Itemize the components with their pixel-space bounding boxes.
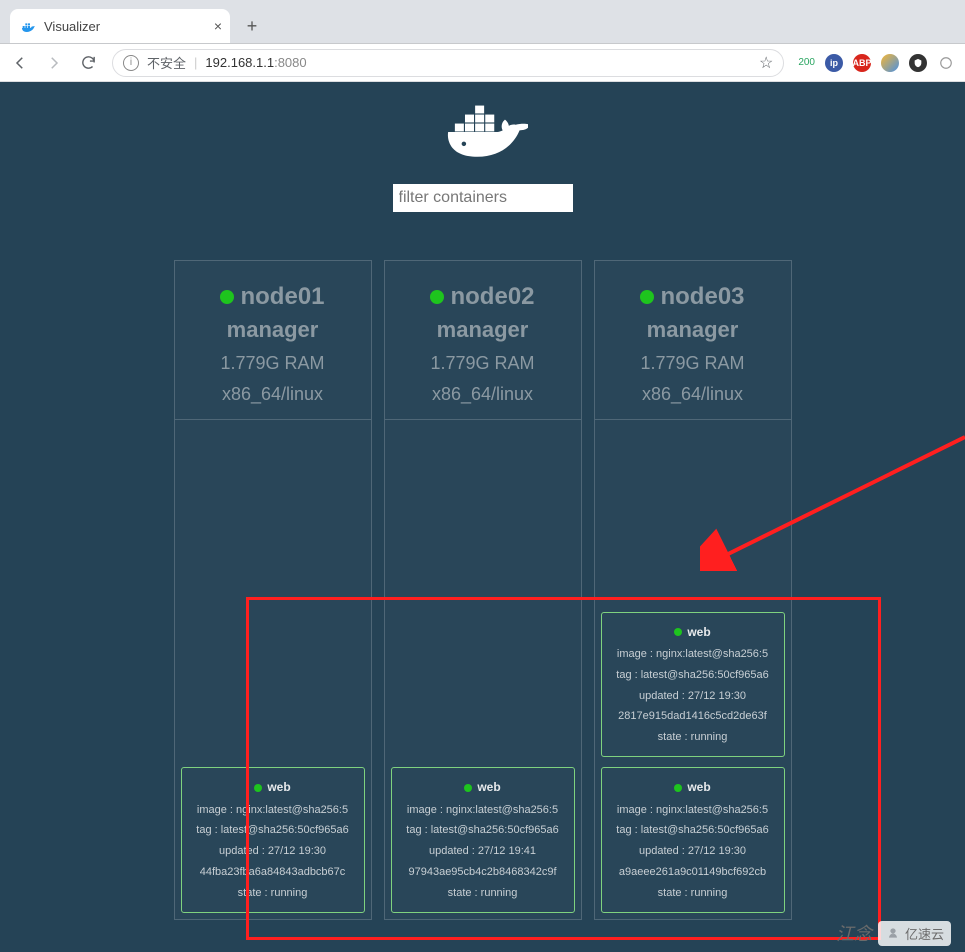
task-image: image : nginx:latest@sha256:5 <box>604 800 782 821</box>
tab-strip: Visualizer × + <box>0 0 965 44</box>
status-dot-icon <box>430 290 444 304</box>
extension-icons: 200 ip ABP <box>798 54 955 72</box>
ext-abp-icon[interactable]: ABP <box>853 54 871 72</box>
node-ram: 1.779G RAM <box>595 353 791 374</box>
node-role: manager <box>385 317 581 343</box>
node-ram: 1.779G RAM <box>385 353 581 374</box>
node-ram: 1.779G RAM <box>175 353 371 374</box>
task-tag: tag : latest@sha256:50cf965a6 <box>604 665 782 686</box>
task-area: webimage : nginx:latest@sha256:5tag : la… <box>385 419 581 919</box>
url-text: 192.168.1.1:8080 <box>205 55 306 70</box>
ext-ip-icon[interactable]: ip <box>825 54 843 72</box>
node-role: manager <box>595 317 791 343</box>
task-state: state : running <box>184 883 362 904</box>
task-card[interactable]: webimage : nginx:latest@sha256:5tag : la… <box>601 612 785 758</box>
close-tab-icon[interactable]: × <box>214 18 222 34</box>
page-content: node01manager1.779G RAMx86_64/linuxwebim… <box>0 82 965 952</box>
forward-button[interactable] <box>44 53 64 73</box>
site-info-icon[interactable]: i <box>123 55 139 71</box>
node-role: manager <box>175 317 371 343</box>
zoom-badge[interactable]: 200 <box>798 57 815 68</box>
node-column: node01 manager 1.779G RAM x86_64/linuxwebim… <box>174 260 372 920</box>
docker-logo <box>0 100 965 164</box>
ext-circle-icon[interactable] <box>881 54 899 72</box>
task-updated: updated : 27/12 19:30 <box>604 686 782 707</box>
task-updated: updated : 27/12 19:41 <box>394 841 572 862</box>
task-tag: tag : latest@sha256:50cf965a6 <box>394 820 572 841</box>
node-arch: x86_64/linux <box>385 384 581 405</box>
node-column: node03manager1.779G RAMx86_64/linuxwebim… <box>594 260 792 920</box>
bookmark-icon[interactable]: ☆ <box>759 53 773 73</box>
task-state: state : running <box>604 727 782 748</box>
task-area: webimage : nginx:latest@sha256:5tag : la… <box>595 419 791 919</box>
task-title: web <box>254 776 290 799</box>
task-card[interactable]: webimage : nginx:latest@sha256:5tag : la… <box>391 767 575 913</box>
address-bar: i 不安全 | 192.168.1.1:8080 ☆ 200 ip ABP <box>0 44 965 82</box>
task-updated: updated : 27/12 19:30 <box>604 841 782 862</box>
new-tab-button[interactable]: + <box>238 12 266 40</box>
ext-shield-icon[interactable] <box>909 54 927 72</box>
task-tag: tag : latest@sha256:50cf965a6 <box>184 820 362 841</box>
task-card[interactable]: webimage : nginx:latest@sha256:5tag : la… <box>601 767 785 913</box>
node-column: node02 manager 1.779G RAM x86_64/linuxwebim… <box>384 260 582 920</box>
task-area: webimage : nginx:latest@sha256:5tag : la… <box>175 419 371 919</box>
node-name: node01 <box>220 283 324 311</box>
task-image: image : nginx:latest@sha256:5 <box>604 644 782 665</box>
node-arch: x86_64/linux <box>595 384 791 405</box>
node-name: node03 <box>640 283 744 311</box>
task-id: 44fba23fba6a84843adbcb67c <box>184 862 362 883</box>
status-dot-icon <box>674 784 682 792</box>
status-dot-icon <box>254 784 262 792</box>
insecure-label: 不安全 <box>147 53 186 72</box>
task-title: web <box>464 776 500 799</box>
filter-input[interactable] <box>393 184 573 212</box>
node-name: node02 <box>430 283 534 311</box>
task-id: 2817e915dad1416c5cd2de63f <box>604 706 782 727</box>
task-id: a9aeee261a9c01149bcf692cb <box>604 862 782 883</box>
task-state: state : running <box>604 883 782 904</box>
task-tag: tag : latest@sha256:50cf965a6 <box>604 820 782 841</box>
reload-button[interactable] <box>78 53 98 73</box>
tab-title: Visualizer <box>44 19 100 34</box>
watermark: 江念 亿速云 <box>836 920 951 946</box>
task-image: image : nginx:latest@sha256:5 <box>184 800 362 821</box>
whale-favicon <box>20 18 36 34</box>
browser-tab[interactable]: Visualizer × <box>10 9 230 43</box>
ext-more-icon[interactable] <box>937 54 955 72</box>
task-card[interactable]: webimage : nginx:latest@sha256:5tag : la… <box>181 767 365 913</box>
status-dot-icon <box>464 784 472 792</box>
back-button[interactable] <box>10 53 30 73</box>
task-id: 97943ae95cb4c2b8468342c9f <box>394 862 572 883</box>
task-title: web <box>674 621 710 644</box>
node-arch: x86_64/linux <box>175 384 371 405</box>
task-updated: updated : 27/12 19:30 <box>184 841 362 862</box>
status-dot-icon <box>640 290 654 304</box>
task-state: state : running <box>394 883 572 904</box>
status-dot-icon <box>220 290 234 304</box>
omnibox[interactable]: i 不安全 | 192.168.1.1:8080 ☆ <box>112 49 784 77</box>
task-image: image : nginx:latest@sha256:5 <box>394 800 572 821</box>
task-title: web <box>674 776 710 799</box>
status-dot-icon <box>674 628 682 636</box>
